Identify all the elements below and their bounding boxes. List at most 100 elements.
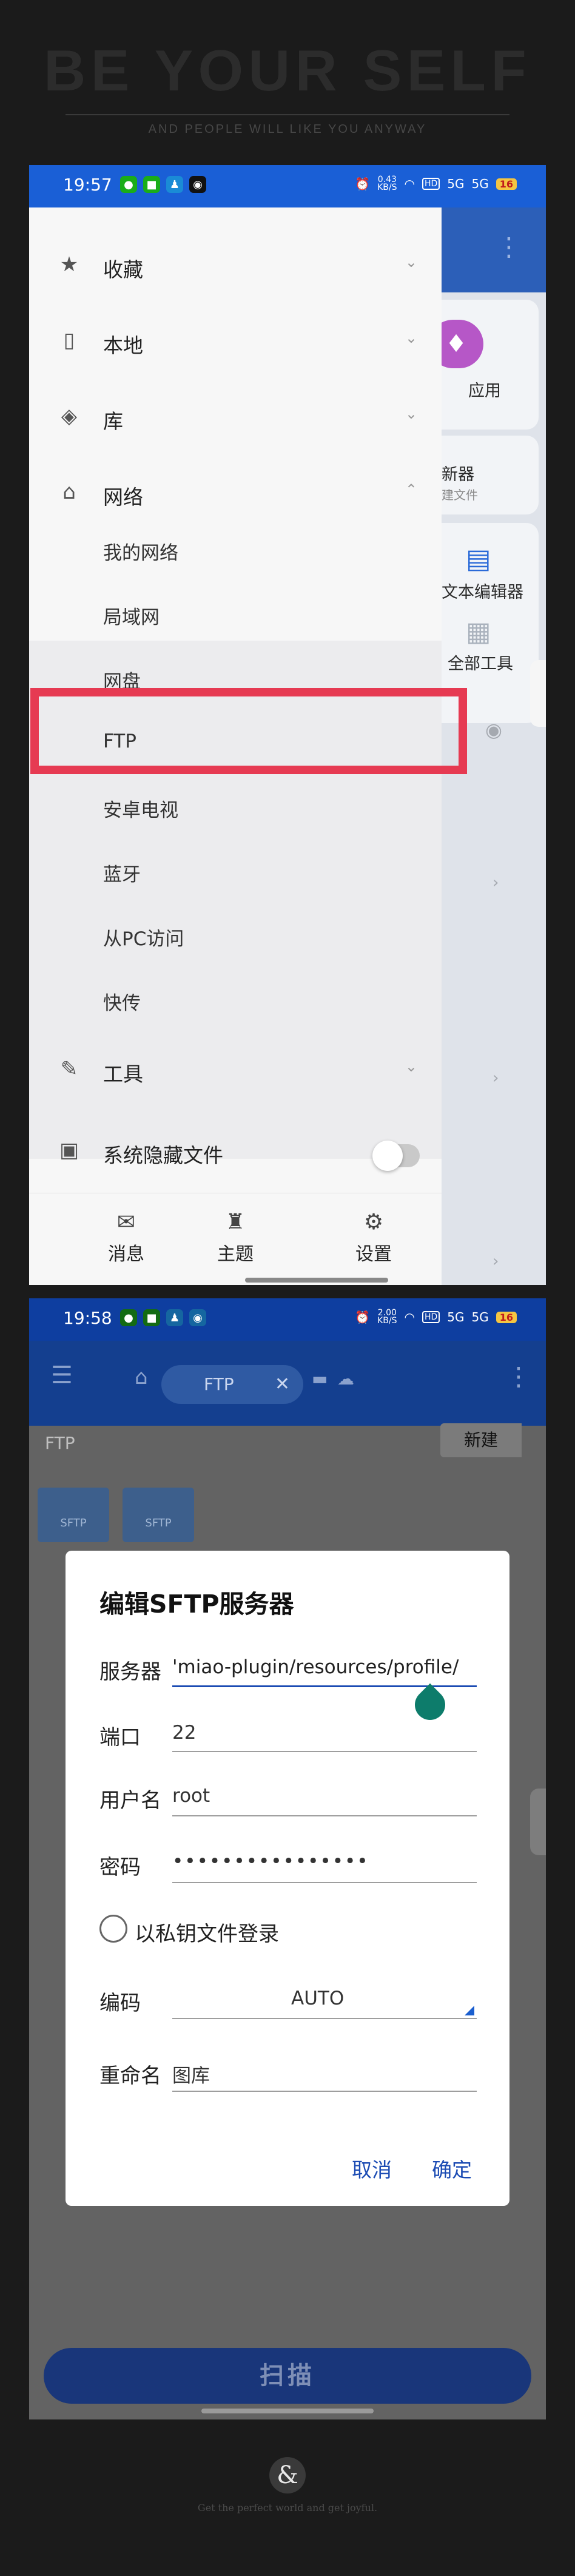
- alarm-icon: ⏰: [355, 177, 371, 191]
- gesture-bar[interactable]: [245, 1278, 388, 1283]
- wifi-icon: ◠: [404, 1310, 415, 1324]
- menu-item-library[interactable]: ◈ 库 ⌄: [29, 380, 442, 455]
- close-icon[interactable]: ✕: [275, 1365, 290, 1404]
- notification-icons: ● ■ ♟ ◉: [120, 176, 206, 193]
- new-file-sub: 建文件: [442, 488, 478, 502]
- menu-item-local[interactable]: ▯ 本地 ⌄: [29, 304, 442, 379]
- scan-button[interactable]: 扫描: [44, 2348, 531, 2404]
- footer-logo: &: [269, 2457, 306, 2493]
- encoding-underline: [172, 2018, 477, 2019]
- submenu-pc-access[interactable]: 从PC访问: [103, 923, 184, 951]
- chevron-right-icon: ›: [493, 874, 499, 892]
- server-input[interactable]: 'miao-plugin/resources/profile/: [172, 1656, 459, 1678]
- signal-icon-2: 5G: [471, 1310, 489, 1324]
- grid-icon: ▦: [466, 616, 491, 647]
- private-key-label[interactable]: 以私钥文件登录: [135, 1917, 279, 1947]
- encoding-select[interactable]: AUTO: [291, 1988, 344, 2009]
- password-input[interactable]: ••••••••••••••••: [172, 1850, 369, 1872]
- notification-icons: ● ■ ♟ ◉: [120, 1309, 206, 1326]
- alarm-icon: ⏰: [355, 1310, 371, 1324]
- password-underline: [172, 1882, 477, 1883]
- cancel-button[interactable]: 取消: [352, 2154, 392, 2183]
- rename-underline: [172, 2091, 477, 2092]
- username-underline: [172, 1815, 477, 1816]
- menu-item-label: 系统隐藏文件: [103, 1144, 223, 1167]
- nav-settings[interactable]: ⚙ 设置: [319, 1210, 428, 1266]
- menu-item-tools[interactable]: ✎ 工具 ⌄: [29, 1033, 442, 1108]
- signal-icon-2: 5G: [471, 177, 489, 191]
- menu-icon[interactable]: ☰: [51, 1361, 73, 1389]
- submenu-android-tv[interactable]: 安卓电视: [103, 795, 178, 822]
- submenu-my-network[interactable]: 我的网络: [103, 538, 178, 565]
- router-icon: ⌂: [62, 480, 76, 504]
- menu-item-network[interactable]: ⌂ 网络 ⌃: [29, 456, 442, 531]
- nav-label: 设置: [355, 1244, 392, 1265]
- private-key-radio[interactable]: [99, 1915, 127, 1943]
- rename-input[interactable]: 图库: [172, 2060, 210, 2088]
- poster-title: BE YOUR SELF: [44, 38, 531, 103]
- toggle-knob: [372, 1141, 403, 1171]
- status-indicators: ⏰ 2.00 KB/S ◠ HD 5G 5G 16: [355, 1309, 517, 1325]
- hd-badge: HD: [422, 1311, 440, 1323]
- nav-label: 主题: [217, 1244, 254, 1265]
- text-editor-icon: ▤: [466, 544, 491, 575]
- qq-icon: ♟: [166, 176, 183, 193]
- hidden-file-icon: ▣: [59, 1138, 79, 1162]
- new-file-title: 新器: [442, 465, 474, 484]
- new-button[interactable]: 新建: [440, 1423, 522, 1457]
- dialog-title: 编辑SFTP服务器: [99, 1590, 294, 1619]
- gesture-bar[interactable]: [201, 2409, 374, 2413]
- chevron-down-icon: ⌄: [405, 329, 417, 346]
- status-time: 19:58: [63, 1308, 112, 1328]
- more-icon[interactable]: ⋮: [496, 232, 522, 261]
- port-label: 端口: [99, 1725, 141, 1750]
- ok-button[interactable]: 确定: [432, 2154, 472, 2183]
- screenshot-drawer: 19:57 ● ■ ♟ ◉ ⏰ 0.43 KB/S ◠ HD 5G 5G 16 …: [29, 165, 546, 1285]
- port-input[interactable]: 22: [172, 1722, 196, 1744]
- username-input[interactable]: root: [172, 1785, 210, 1807]
- submenu-bluetooth[interactable]: 蓝牙: [103, 859, 141, 886]
- menu-item-label: 本地: [103, 334, 143, 357]
- shirt-icon: ♜: [225, 1210, 246, 1235]
- submenu-lan[interactable]: 局域网: [103, 602, 160, 629]
- poster-divider: [66, 114, 509, 115]
- chat-icon: ▬: [312, 1369, 328, 1389]
- battery-icon: 16: [496, 1311, 517, 1323]
- chevron-down-icon: ⌄: [405, 254, 417, 271]
- app-icon: ◉: [189, 1309, 206, 1326]
- poster-subtitle: AND PEOPLE WILL LIKE YOU ANYWAY: [148, 123, 427, 136]
- side-drag-handle[interactable]: [530, 660, 546, 727]
- app-notification-icon: ■: [143, 1309, 160, 1326]
- text-editor-label[interactable]: 文本编辑器: [442, 579, 523, 602]
- status-indicators: ⏰ 0.43 KB/S ◠ HD 5G 5G 16: [355, 175, 517, 192]
- folder-item[interactable]: SFTP: [38, 1488, 109, 1542]
- signal-icon-1: 5G: [447, 1310, 465, 1324]
- nav-messages[interactable]: ✉ 消息: [72, 1210, 181, 1266]
- port-underline: [172, 1751, 477, 1752]
- status-bar: 19:57 ● ■ ♟ ◉ ⏰ 0.43 KB/S ◠ HD 5G 5G 16: [29, 165, 546, 207]
- gear-icon: ⚙: [363, 1210, 384, 1235]
- menu-item-favorites[interactable]: ★ 收藏 ⌄: [29, 228, 442, 303]
- folder-item[interactable]: SFTP: [123, 1488, 194, 1542]
- battery-icon: 16: [496, 178, 517, 190]
- home-icon[interactable]: ⌂: [135, 1365, 148, 1389]
- layers-icon: ◈: [61, 404, 78, 428]
- side-drag-handle[interactable]: [530, 1789, 546, 1855]
- tab-label: FTP: [204, 1374, 234, 1394]
- more-icon[interactable]: ⋮: [506, 1361, 531, 1391]
- cloud-icon: ☁: [337, 1369, 354, 1389]
- signal-icon-1: 5G: [447, 177, 465, 191]
- nav-theme[interactable]: ♜ 主题: [181, 1210, 290, 1266]
- password-label: 密码: [99, 1855, 141, 1880]
- qq-icon: ♟: [166, 1309, 183, 1326]
- wechat-icon: ●: [120, 176, 137, 193]
- submenu-quick-send[interactable]: 快传: [103, 988, 141, 1015]
- chevron-right-icon: ›: [493, 1069, 499, 1087]
- all-tools-label[interactable]: 全部工具: [448, 650, 513, 674]
- menu-item-label: 收藏: [103, 258, 143, 282]
- tab-ftp[interactable]: FTP ✕: [161, 1365, 303, 1404]
- penguin-icon: ◉: [189, 176, 206, 193]
- mail-icon: ✉: [116, 1210, 136, 1235]
- status-bar: 19:58 ● ■ ♟ ◉ ⏰ 2.00 KB/S ◠ HD 5G 5G 16: [29, 1298, 546, 1341]
- screenshot-ftp-dialog: 19:58 ● ■ ♟ ◉ ⏰ 2.00 KB/S ◠ HD 5G 5G 16 …: [29, 1298, 546, 2419]
